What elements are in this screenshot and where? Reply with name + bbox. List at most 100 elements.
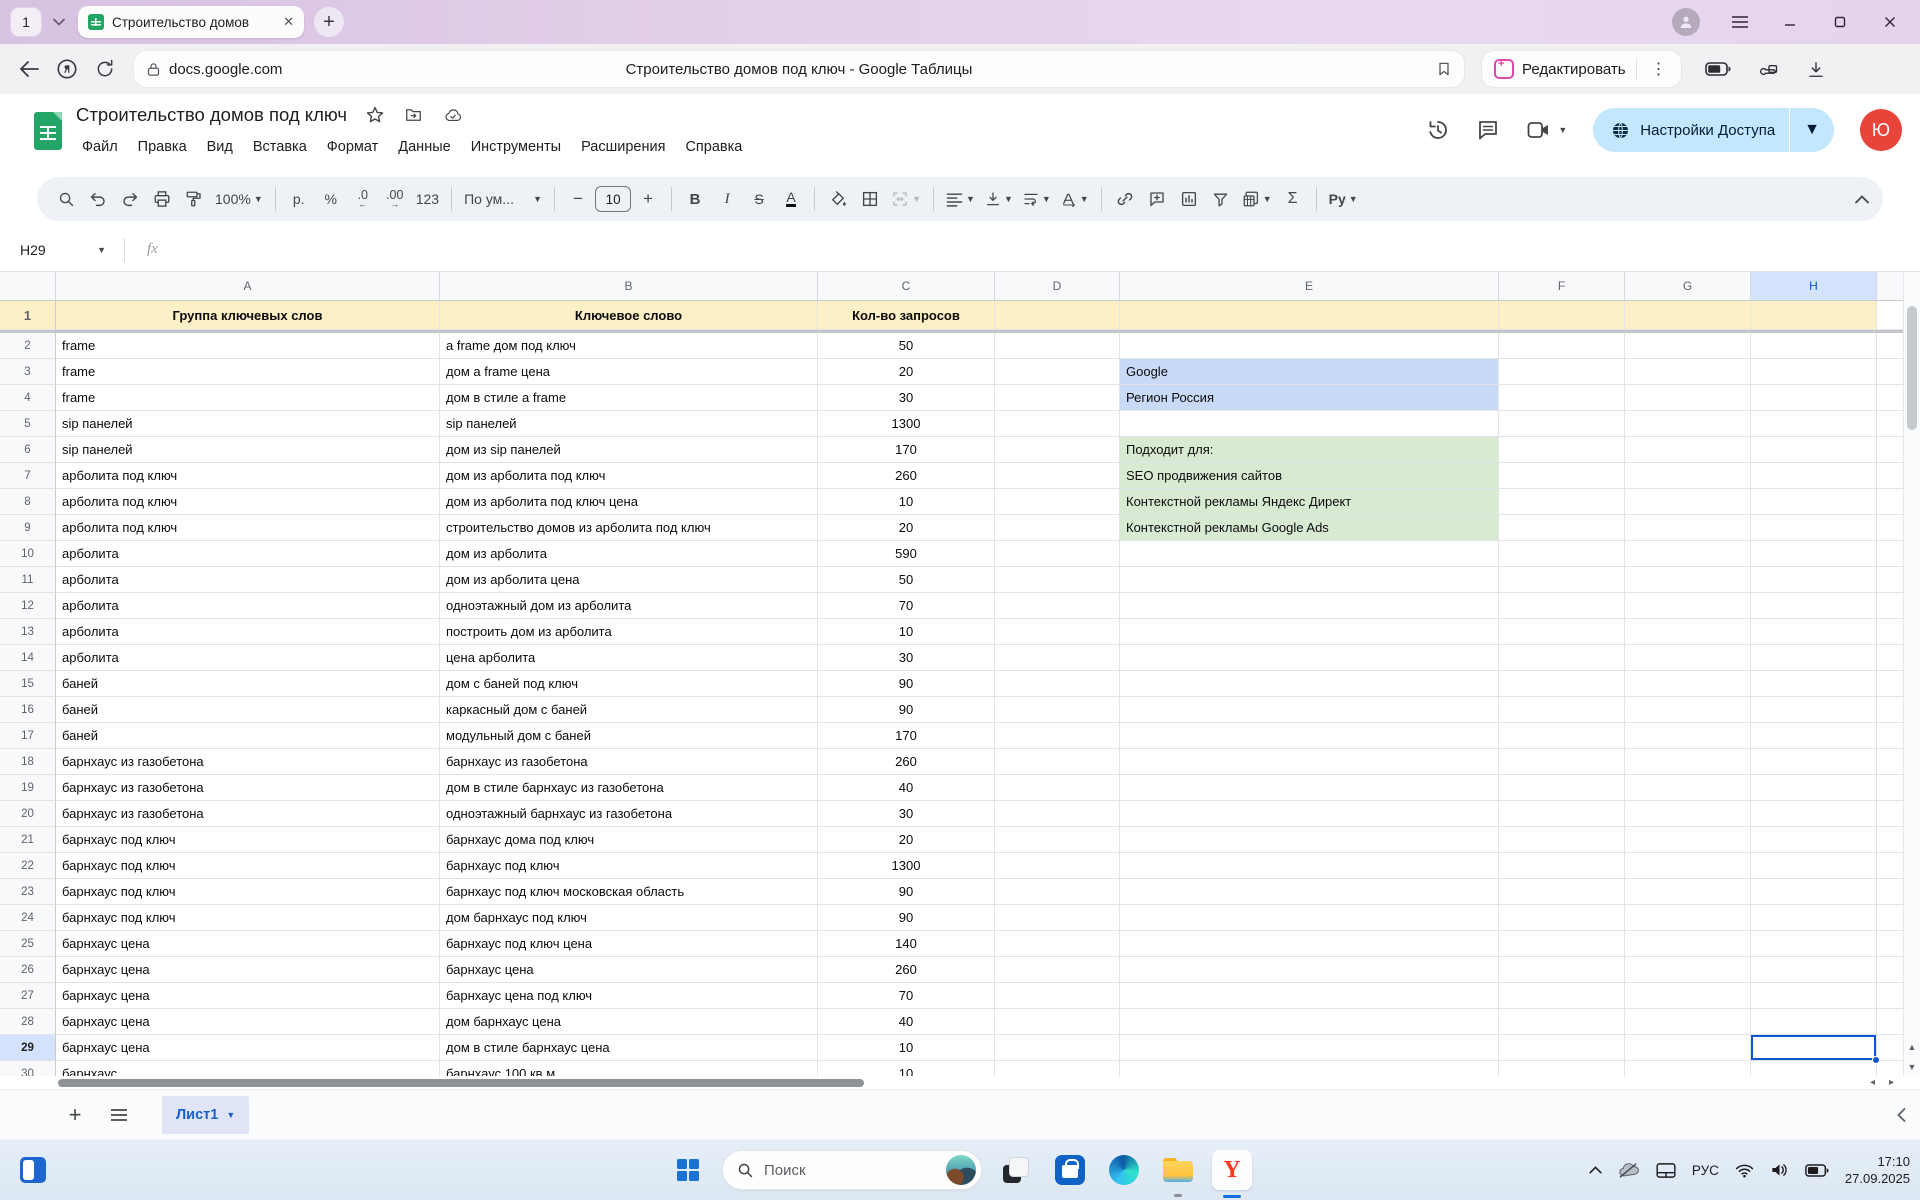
share-dropdown-icon[interactable]: ▼	[1790, 121, 1834, 139]
cell-a18[interactable]: барнхаус из газобетона	[56, 749, 440, 775]
cell-f13[interactable]	[1499, 619, 1625, 645]
cell-b29[interactable]: дом в стиле барнхаус цена	[440, 1035, 818, 1061]
cell-b3[interactable]: дом a frame цена	[440, 359, 818, 385]
volume-icon[interactable]	[1770, 1162, 1789, 1178]
cell-a26[interactable]: барнхаус цена	[56, 957, 440, 983]
cell-g30[interactable]	[1625, 1061, 1751, 1076]
cell-h23[interactable]	[1751, 879, 1877, 905]
horizontal-scrollbar-thumb[interactable]	[58, 1079, 864, 1087]
name-box[interactable]: H29 ▼	[6, 242, 116, 258]
cell-g29[interactable]	[1625, 1035, 1751, 1061]
cell-f29[interactable]	[1499, 1035, 1625, 1061]
cell-d24[interactable]	[995, 905, 1120, 931]
cell-g1[interactable]	[1625, 301, 1751, 330]
column-header-d[interactable]: D	[995, 272, 1120, 301]
file-explorer-icon[interactable]	[1158, 1150, 1198, 1190]
cell-g4[interactable]	[1625, 385, 1751, 411]
back-button[interactable]	[12, 52, 46, 86]
sheets-logo-icon[interactable]	[34, 112, 62, 150]
cell-f7[interactable]	[1499, 463, 1625, 489]
vertical-scrollbar[interactable]: ▲▼	[1903, 272, 1920, 1076]
scroll-up-icon[interactable]: ▲	[1908, 1042, 1917, 1052]
scroll-down-icon[interactable]: ▼	[1908, 1062, 1917, 1072]
cell-a10[interactable]: арболита	[56, 541, 440, 567]
yandex-search-icon[interactable]	[50, 52, 84, 86]
cell-h20[interactable]	[1751, 801, 1877, 827]
row-header-13[interactable]: 13	[0, 619, 56, 645]
more-formats-button[interactable]: 123	[412, 183, 443, 215]
cell-a17[interactable]: баней	[56, 723, 440, 749]
cell-d17[interactable]	[995, 723, 1120, 749]
search-menus-button[interactable]	[51, 183, 81, 215]
cell-g18[interactable]	[1625, 749, 1751, 775]
meet-dropdown-icon[interactable]: ▼	[1558, 125, 1567, 135]
undo-button[interactable]	[83, 183, 113, 215]
cell-e27[interactable]	[1120, 983, 1499, 1009]
language-indicator[interactable]: РУС	[1692, 1163, 1719, 1178]
sheet-tab-menu-icon[interactable]: ▼	[226, 1110, 235, 1120]
cell-b25[interactable]: барнхаус под ключ цена	[440, 931, 818, 957]
cell-d11[interactable]	[995, 567, 1120, 593]
row-header-10[interactable]: 10	[0, 541, 56, 567]
cell-a11[interactable]: арболита	[56, 567, 440, 593]
bold-button[interactable]: B	[680, 183, 710, 215]
cell-b18[interactable]: барнхаус из газобетона	[440, 749, 818, 775]
cell-e6[interactable]: Подходит для:	[1120, 437, 1499, 463]
cell-d18[interactable]	[995, 749, 1120, 775]
row-header-27[interactable]: 27	[0, 983, 56, 1009]
cell-a15[interactable]: баней	[56, 671, 440, 697]
cell-g9[interactable]	[1625, 515, 1751, 541]
cell-g20[interactable]	[1625, 801, 1751, 827]
cell-f6[interactable]	[1499, 437, 1625, 463]
onedrive-paused-icon[interactable]	[1618, 1162, 1640, 1178]
cell-d8[interactable]	[995, 489, 1120, 515]
site-lock-icon[interactable]	[146, 61, 161, 78]
move-folder-icon[interactable]	[403, 106, 424, 124]
cell-b15[interactable]: дом с баней под ключ	[440, 671, 818, 697]
name-box-dropdown-icon[interactable]: ▼	[97, 245, 106, 255]
cell-a13[interactable]: арболита	[56, 619, 440, 645]
cell-c11[interactable]: 50	[818, 567, 995, 593]
cell-c20[interactable]: 30	[818, 801, 995, 827]
cell-a4[interactable]: frame	[56, 385, 440, 411]
table-tools-button[interactable]: ▼	[1238, 183, 1276, 215]
cell-b23[interactable]: барнхаус под ключ московская область	[440, 879, 818, 905]
cell-h19[interactable]	[1751, 775, 1877, 801]
taskbar-search[interactable]: Поиск	[722, 1150, 982, 1190]
cell-f17[interactable]	[1499, 723, 1625, 749]
cell-h21[interactable]	[1751, 827, 1877, 853]
cell-e11[interactable]	[1120, 567, 1499, 593]
edit-mode-button[interactable]: Редактировать ⋮	[1482, 51, 1681, 87]
cell-c12[interactable]: 70	[818, 593, 995, 619]
cell-c27[interactable]: 70	[818, 983, 995, 1009]
cell-c15[interactable]: 90	[818, 671, 995, 697]
cell-b16[interactable]: каркасный дом с баней	[440, 697, 818, 723]
row-header-28[interactable]: 28	[0, 1009, 56, 1035]
account-avatar[interactable]: Ю	[1860, 109, 1902, 151]
cell-a25[interactable]: барнхаус цена	[56, 931, 440, 957]
row-header-14[interactable]: 14	[0, 645, 56, 671]
cell-c22[interactable]: 1300	[818, 853, 995, 879]
decrease-decimal-button[interactable]: .0←	[348, 183, 378, 215]
cell-a22[interactable]: барнхаус под ключ	[56, 853, 440, 879]
cell-f5[interactable]	[1499, 411, 1625, 437]
cell-c2[interactable]: 50	[818, 333, 995, 359]
format-percent-button[interactable]: %	[316, 183, 346, 215]
cell-f26[interactable]	[1499, 957, 1625, 983]
cell-e29[interactable]	[1120, 1035, 1499, 1061]
cell-e4[interactable]: Регион Россия	[1120, 385, 1499, 411]
row-header-29[interactable]: 29	[0, 1035, 56, 1061]
cell-c14[interactable]: 30	[818, 645, 995, 671]
touchpad-icon[interactable]	[1656, 1163, 1676, 1178]
input-tools-button[interactable]: Ру▼	[1325, 183, 1362, 215]
all-sheets-button[interactable]	[102, 1098, 136, 1132]
cell-a24[interactable]: барнхаус под ключ	[56, 905, 440, 931]
browser-profile-avatar[interactable]	[1672, 8, 1700, 36]
cell-c16[interactable]: 90	[818, 697, 995, 723]
cell-d16[interactable]	[995, 697, 1120, 723]
cell-f16[interactable]	[1499, 697, 1625, 723]
cell-b22[interactable]: барнхаус под ключ	[440, 853, 818, 879]
cell-a14[interactable]: арболита	[56, 645, 440, 671]
cell-e8[interactable]: Контекстной рекламы Яндекс Директ	[1120, 489, 1499, 515]
cell-f27[interactable]	[1499, 983, 1625, 1009]
